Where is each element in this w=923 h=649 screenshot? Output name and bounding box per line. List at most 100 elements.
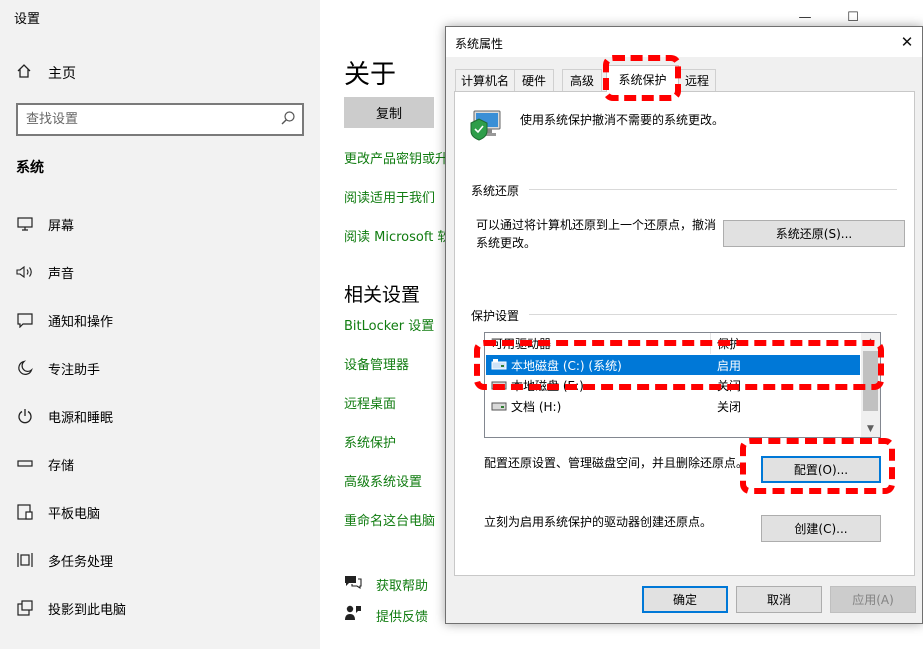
scroll-up-arrow-icon[interactable]: ▲ — [861, 333, 880, 350]
give-feedback-label: 提供反馈 — [376, 609, 429, 625]
copy-button[interactable]: 复制 — [344, 97, 434, 128]
drive-row-e[interactable]: 本地磁盘 (E:) 关闭 — [486, 375, 860, 395]
sidebar-item-power[interactable]: 电源和睡眠 — [16, 404, 113, 428]
moon-icon — [16, 359, 34, 377]
system-restore-button[interactable]: 系统还原(S)... — [723, 220, 905, 247]
sidebar-item-notifications[interactable]: 通知和操作 — [16, 308, 113, 332]
settings-sidebar: 设置 主页 系统 屏幕 声音 通知和操作 专注助手 电源和睡眠 存储 平板 — [0, 0, 320, 649]
ok-button[interactable]: 确定 — [642, 586, 728, 613]
notification-icon — [16, 311, 34, 329]
sidebar-item-multitasking[interactable]: 多任务处理 — [16, 548, 113, 572]
drive-icon — [491, 399, 507, 414]
feedback-icon — [344, 604, 362, 626]
read-agreement-link[interactable]: 阅读适用于我们 — [344, 187, 435, 206]
settings-search-input[interactable] — [26, 109, 276, 130]
restore-group-divider — [529, 189, 897, 190]
power-icon — [16, 407, 34, 425]
maximize-icon: ☐ — [847, 9, 859, 25]
home-nav-item[interactable]: 主页 — [16, 62, 76, 84]
system-drive-icon — [491, 358, 507, 373]
advanced-system-settings-link[interactable]: 高级系统设置 — [344, 471, 422, 490]
protection-column-header[interactable]: 保护 — [711, 333, 861, 354]
create-description: 立刻为启用系统保护的驱动器创建还原点。 — [484, 515, 713, 529]
home-icon — [16, 63, 32, 83]
drives-list[interactable]: 可用驱动器 保护 本地磁盘 (C:) (系统) 启用 本地磁盘 (E:) 关闭 — [484, 332, 881, 438]
system-properties-dialog: 系统属性 ✕ 计算机名 硬件 高级 系统保护 远程 使用系统保护撤消不需要的系统… — [445, 26, 923, 624]
create-button[interactable]: 创建(C)... — [761, 515, 881, 542]
intro-text: 使用系统保护撤消不需要的系统更改。 — [520, 113, 725, 127]
sidebar-item-project[interactable]: 投影到此电脑 — [16, 596, 126, 620]
system-protection-panel: 使用系统保护撤消不需要的系统更改。 系统还原 可以通过将计算机还原到上一个还原点… — [454, 91, 915, 576]
settings-search-box[interactable] — [16, 103, 304, 136]
settings-app-title: 设置 — [14, 12, 41, 27]
sidebar-item-label: 平板电脑 — [48, 506, 101, 522]
scroll-down-arrow-icon[interactable]: ▼ — [861, 420, 880, 437]
change-product-key-link[interactable]: 更改产品密钥或升 — [344, 148, 448, 167]
drive-row-c[interactable]: 本地磁盘 (C:) (系统) 启用 — [486, 355, 860, 375]
drive-name: 本地磁盘 (E:) — [511, 378, 584, 393]
home-label: 主页 — [48, 66, 76, 82]
sidebar-item-display[interactable]: 屏幕 — [16, 212, 74, 236]
monitor-icon — [16, 215, 34, 233]
drive-row-h[interactable]: 文档 (H:) 关闭 — [486, 396, 860, 416]
dialog-close-button[interactable]: ✕ — [897, 32, 917, 52]
tablet-icon — [16, 503, 34, 521]
get-help-label: 获取帮助 — [376, 578, 429, 594]
speaker-icon — [16, 263, 34, 281]
multitasking-icon — [16, 551, 34, 569]
restore-description: 可以通过将计算机还原到上一个还原点，撤消系统更改。 — [476, 218, 717, 250]
drive-protection-status: 关闭 — [717, 378, 742, 393]
bitlocker-settings-link[interactable]: BitLocker 设置 — [344, 315, 434, 334]
minimize-icon: — — [798, 9, 812, 25]
sidebar-item-label: 多任务处理 — [48, 554, 114, 570]
drives-list-scrollbar[interactable]: ▲ ▼ — [861, 333, 880, 437]
close-icon: ✕ — [900, 33, 914, 51]
sidebar-item-sound[interactable]: 声音 — [16, 260, 74, 284]
tab-advanced[interactable]: 高级 — [562, 69, 602, 91]
cancel-button[interactable]: 取消 — [736, 586, 822, 613]
drive-icon — [491, 378, 507, 393]
scrollbar-thumb[interactable] — [863, 351, 878, 411]
dialog-title: 系统属性 — [455, 37, 504, 51]
drives-column-header[interactable]: 可用驱动器 — [485, 333, 711, 354]
storage-icon — [16, 455, 34, 473]
device-manager-link[interactable]: 设备管理器 — [344, 354, 409, 373]
system-protection-icon — [470, 109, 504, 145]
project-icon — [16, 599, 34, 617]
sidebar-item-label: 通知和操作 — [48, 314, 114, 330]
drive-protection-status: 启用 — [717, 358, 742, 373]
sidebar-item-label: 屏幕 — [48, 218, 75, 234]
give-feedback-link[interactable]: 提供反馈 — [344, 605, 428, 625]
configure-description: 配置还原设置、管理磁盘空间，并且删除还原点。 — [484, 456, 749, 470]
sidebar-item-tablet[interactable]: 平板电脑 — [16, 500, 100, 524]
page-title: 关于 — [344, 60, 397, 90]
remote-desktop-link[interactable]: 远程桌面 — [344, 393, 396, 412]
protection-group-title: 保护设置 — [471, 309, 520, 323]
sidebar-item-storage[interactable]: 存储 — [16, 452, 74, 476]
dialog-titlebar[interactable]: 系统属性 ✕ — [446, 27, 922, 57]
minimize-button[interactable]: — — [782, 6, 828, 28]
sidebar-item-label: 声音 — [48, 266, 75, 282]
read-microsoft-terms-link[interactable]: 阅读 Microsoft 软 — [344, 226, 450, 245]
protection-group-divider — [529, 314, 897, 315]
tab-hardware[interactable]: 硬件 — [514, 69, 554, 91]
sidebar-item-focus-assist[interactable]: 专注助手 — [16, 356, 100, 380]
apply-button[interactable]: 应用(A) — [830, 586, 916, 613]
tab-computer-name[interactable]: 计算机名 — [455, 69, 515, 91]
configure-button[interactable]: 配置(O)... — [761, 456, 881, 483]
system-protection-link[interactable]: 系统保护 — [344, 432, 396, 451]
tab-system-protection[interactable]: 系统保护 — [606, 65, 679, 92]
maximize-button[interactable]: ☐ — [830, 6, 876, 28]
drive-name: 文档 (H:) — [511, 399, 562, 414]
related-settings-title: 相关设置 — [344, 284, 421, 306]
sidebar-item-label: 专注助手 — [48, 362, 101, 378]
restore-group-title: 系统还原 — [471, 184, 520, 198]
rename-pc-link[interactable]: 重命名这台电脑 — [344, 510, 435, 529]
sidebar-item-label: 存储 — [48, 458, 75, 474]
search-icon[interactable] — [280, 110, 296, 130]
get-help-link[interactable]: 获取帮助 — [344, 574, 428, 594]
drive-protection-status: 关闭 — [717, 399, 742, 414]
tab-remote[interactable]: 远程 — [678, 69, 716, 91]
sidebar-item-label: 电源和睡眠 — [48, 410, 114, 426]
settings-section-title: 系统 — [16, 160, 44, 176]
